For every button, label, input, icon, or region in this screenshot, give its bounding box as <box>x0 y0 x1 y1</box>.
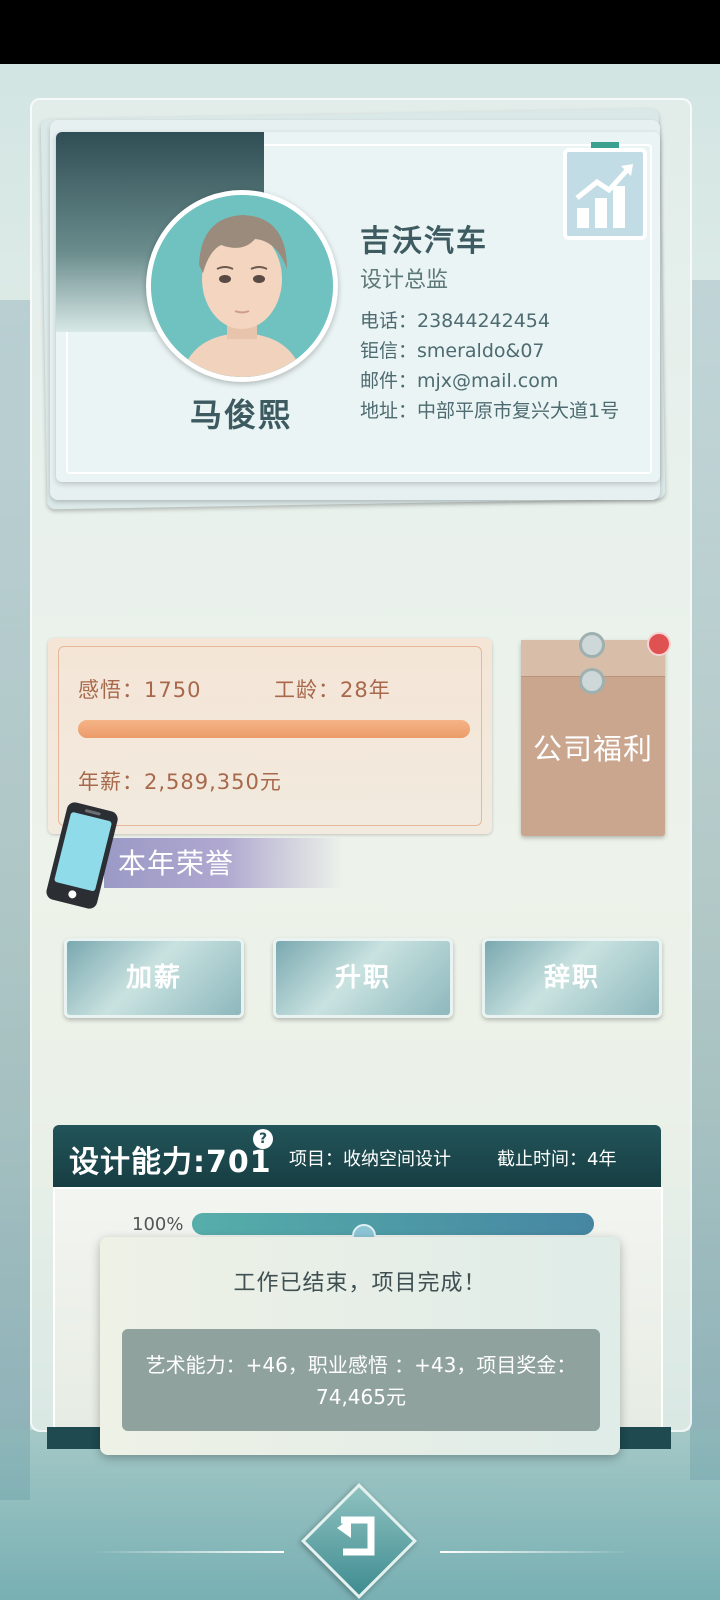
card-email: 邮件：mjx@mail.com <box>360 370 559 392</box>
background-city-right <box>690 280 720 1480</box>
background-city-left <box>0 300 30 1500</box>
project-progress-bar <box>192 1213 594 1235</box>
project-complete-popup[interactable]: 工作已结束，项目完成！ 艺术能力：+46，职业感悟 ：+43，项目奖金：74,4… <box>100 1237 620 1455</box>
career-chart-icon[interactable] <box>563 142 647 240</box>
envelope-peg-top <box>579 632 605 658</box>
card-position: 设计总监 <box>360 268 449 293</box>
seniority-stat: 工龄：28年 <box>274 678 391 702</box>
project-deadline: 截止时间：4年 <box>497 1149 617 1170</box>
project-header: 设计能力:701 ? 项目：收纳空间设计 截止时间：4年 <box>53 1125 661 1187</box>
card-phone: 电话：23844242454 <box>360 310 550 332</box>
project-name: 项目：收纳空间设计 <box>289 1149 451 1170</box>
promotion-button[interactable]: 升职 <box>273 938 453 1018</box>
decorative-line-left <box>92 1551 284 1553</box>
return-arrow-icon <box>337 1516 375 1556</box>
project-progress-fill <box>192 1213 594 1235</box>
notification-dot <box>647 632 671 656</box>
card-company: 吉沃汽车 <box>360 224 488 259</box>
design-skill-label: 设计能力:701 <box>69 1145 272 1180</box>
project-progress-label: 100% <box>132 1214 184 1235</box>
card-chat: 钜信：smeraldo&07 <box>360 340 545 362</box>
honor-label[interactable]: 本年荣誉 <box>118 842 234 882</box>
resign-button[interactable]: 辞职 <box>482 938 662 1018</box>
card-person-name: 马俊熙 <box>189 396 292 434</box>
card-address: 地址：中部平原市复兴大道1号 <box>360 400 620 422</box>
insight-stat: 感悟：1750 <box>78 678 202 702</box>
decorative-line-right <box>440 1551 632 1553</box>
popup-reward-text: 艺术能力：+46，职业感悟 ：+43，项目奖金：74,465元 <box>145 1353 577 1409</box>
avatar <box>146 190 338 382</box>
envelope-peg-bottom <box>579 668 605 694</box>
company-welfare-envelope[interactable]: 公司福利 <box>521 632 665 836</box>
phone-icon[interactable] <box>46 800 122 912</box>
raise-salary-button[interactable]: 加薪 <box>64 938 244 1018</box>
popup-reward-box: 艺术能力：+46，职业感悟 ：+43，项目奖金：74,465元 <box>122 1329 600 1431</box>
experience-bar-fill <box>78 720 470 738</box>
status-bar <box>0 0 720 64</box>
help-icon[interactable]: ? <box>253 1129 273 1149</box>
welfare-label: 公司福利 <box>532 732 653 766</box>
experience-bar <box>78 720 470 738</box>
popup-title: 工作已结束，项目完成！ <box>233 1271 487 1296</box>
salary-stat: 年薪：2,589,350元 <box>78 770 282 794</box>
